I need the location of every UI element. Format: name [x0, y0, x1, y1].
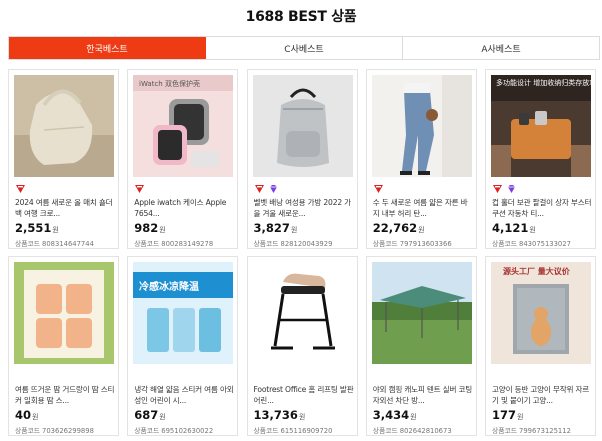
- product-image[interactable]: 多功能设计 增加收纳归类存放功能: [491, 75, 591, 177]
- brand-icon: [16, 185, 25, 193]
- product-name[interactable]: Apple iwatch 케이스 Apple 7654...: [134, 198, 234, 219]
- product-image[interactable]: [252, 75, 353, 177]
- tab-bar: 한국베스트 C사베스트 A사베스트: [8, 36, 600, 60]
- brand-icon: [135, 185, 145, 193]
- product-name[interactable]: 컵 홀더 보관 팔걸이 상자 부스터 쿠션 자동차 티...: [492, 198, 592, 219]
- product-code: 상품코드 800283149278: [134, 240, 214, 248]
- product-price: 40원: [15, 408, 39, 422]
- product-card[interactable]: 수 두 새로운 여름 얇은 자른 바지 내부 허리 탄... 22,762원 상…: [365, 69, 477, 249]
- product-code: 상품코드 828120043929: [253, 240, 333, 248]
- product-price: 3,827원: [253, 221, 298, 235]
- product-name[interactable]: 고양이 등반 고양이 무작위 자르기 및 붙이기 고양...: [492, 385, 592, 406]
- product-grid: 2024 여름 새로운 올 매치 숄더백 여행 크로... 2,551원 상품코…: [8, 69, 600, 436]
- product-price: 982원: [134, 221, 166, 235]
- product-card[interactable]: 多功能设计 增加收纳归类存放功能 컵 홀더 보관 팔걸이 상자 부스터 쿠션 자…: [485, 69, 596, 249]
- product-price: 13,736원: [253, 408, 306, 422]
- product-price: 22,762원: [372, 221, 425, 235]
- product-card[interactable]: 源头工厂 量大议价 고양이 등반 고양이 무작위 자르기 및 붙이기 고양...…: [485, 256, 596, 436]
- product-card[interactable]: 여름 뜨거운 땀 거드랑이 땀 스티커 일회용 땀 스... 40원 상품코드 7…: [8, 256, 119, 436]
- image-caption: 冷感冰凉降温: [139, 280, 199, 293]
- badges: [15, 184, 26, 194]
- product-card[interactable]: 야외 캠핑 캐노피 텐트 실버 코팅 자외선 차단 방... 3,434원 상품…: [365, 256, 477, 436]
- product-image[interactable]: [371, 262, 472, 364]
- product-card[interactable]: 2024 여름 새로운 올 매치 숄더백 여행 크로... 2,551원 상품코…: [8, 69, 119, 249]
- product-name[interactable]: 야외 캠핑 캐노피 텐트 실버 코팅 자외선 차단 방...: [373, 385, 473, 406]
- product-price: 177원: [492, 408, 524, 422]
- image-caption: 多功能设计 增加收纳归类存放功能: [496, 78, 591, 87]
- product-card[interactable]: Footrest Office 홈 리프팅 발판 어린... 13,736원 상…: [246, 256, 358, 436]
- product-code: 상품코드 703626299898: [15, 427, 94, 435]
- product-code: 상품코드 799673125112: [492, 427, 571, 435]
- brand-icon: [373, 185, 383, 193]
- badges: [254, 184, 279, 194]
- tab-c-best[interactable]: C사베스트: [206, 37, 403, 59]
- brand-icon: [254, 185, 264, 193]
- product-image[interactable]: [14, 262, 114, 364]
- page-title: 1688 BEST 상품: [245, 9, 357, 25]
- gem-icon: [508, 185, 515, 193]
- badges: [492, 184, 517, 194]
- product-price: 3,434원: [372, 408, 417, 422]
- product-image[interactable]: [371, 75, 472, 177]
- image-caption: 源头工厂 量大议价: [503, 266, 571, 276]
- tab-korea-best[interactable]: 한국베스트: [9, 37, 206, 59]
- product-code: 상품코드 615116909720: [253, 427, 333, 435]
- badges: [373, 184, 384, 194]
- product-image[interactable]: [252, 262, 353, 364]
- gem-icon: [269, 185, 277, 193]
- product-name[interactable]: 여름 뜨거운 땀 거드랑이 땀 스티커 일회용 땀 스...: [15, 385, 115, 406]
- product-name[interactable]: 수 두 새로운 여름 얇은 자른 바지 내부 허리 탄...: [373, 198, 473, 219]
- brand-icon: [493, 185, 502, 193]
- product-price: 687원: [134, 408, 166, 422]
- product-code: 상품코드 843075133027: [492, 240, 571, 248]
- image-caption: iWatch 双色保护壳: [139, 79, 200, 88]
- product-name[interactable]: Footrest Office 홈 리프팅 발판 어린...: [254, 385, 354, 406]
- product-card[interactable]: iWatch 双色保护壳 Apple iwatch 케이스 Apple 7654…: [127, 69, 239, 249]
- badges: [134, 184, 145, 194]
- tab-a-best[interactable]: A사베스트: [403, 37, 599, 59]
- product-name[interactable]: 벨벳 배낭 여성용 가방 2022 가을 겨울 새로운...: [254, 198, 354, 219]
- product-code: 상품코드 695102630022: [134, 427, 214, 435]
- product-image[interactable]: [14, 75, 114, 177]
- product-name[interactable]: 2024 여름 새로운 올 매치 숄더백 여행 크로...: [15, 198, 115, 219]
- product-price: 4,121원: [492, 221, 536, 235]
- product-name[interactable]: 냉각 해열 얇음 스티커 여름 아외 성인 어린이 시...: [134, 385, 234, 406]
- product-price: 2,551원: [15, 221, 59, 235]
- product-code: 상품코드 797913603366: [372, 240, 452, 248]
- product-image[interactable]: 源头工厂 量大议价: [491, 262, 591, 364]
- product-image[interactable]: iWatch 双色保护壳: [133, 75, 234, 177]
- product-code: 상품코드 808314647744: [15, 240, 94, 248]
- product-card[interactable]: 벨벳 배낭 여성용 가방 2022 가을 겨울 새로운... 3,827원 상품…: [246, 69, 358, 249]
- product-image[interactable]: 冷感冰凉降温: [133, 262, 234, 364]
- product-card[interactable]: 冷感冰凉降温 냉각 해열 얇음 스티커 여름 아외 성인 어린이 시... 68…: [127, 256, 239, 436]
- product-code: 상품코드 802642810673: [372, 427, 452, 435]
